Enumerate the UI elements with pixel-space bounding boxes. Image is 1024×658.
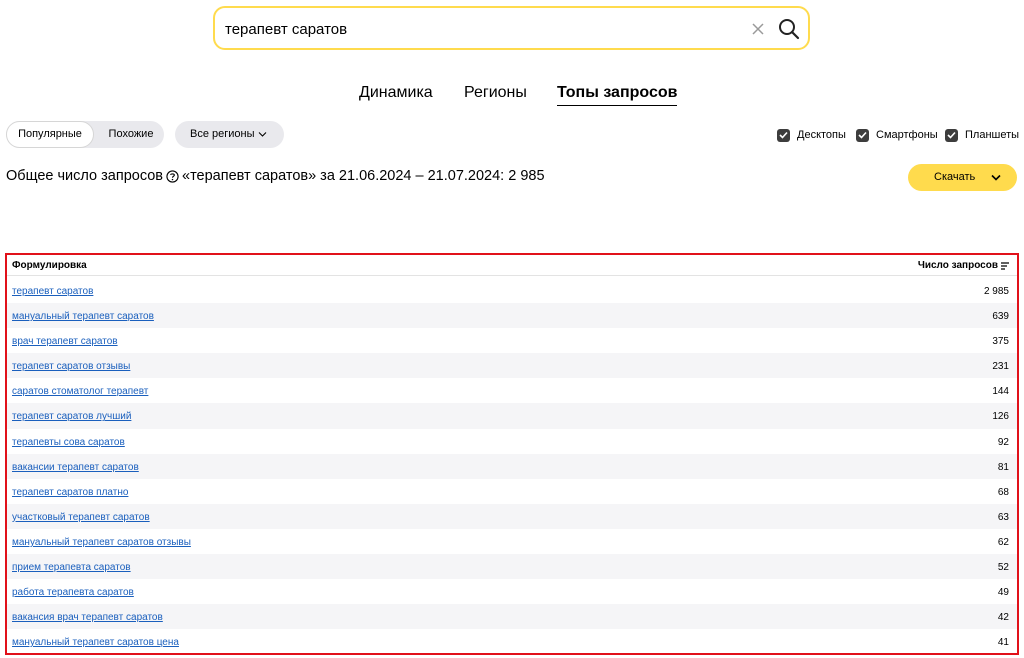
desktop-label: Десктопы xyxy=(797,129,846,141)
close-icon[interactable] xyxy=(749,20,767,38)
query-link[interactable]: мануальный терапевт саратов xyxy=(12,311,154,322)
query-link[interactable]: саратов стоматолог терапевт xyxy=(12,386,148,397)
summary-suffix: «терапевт саратов» за 21.06.2024 – 21.07… xyxy=(182,168,545,184)
tablet-label: Планшеты xyxy=(965,129,1020,141)
table-row: врач терапевт саратов 375 xyxy=(7,328,1017,353)
checkbox-checked-icon xyxy=(856,128,869,142)
regions-dropdown[interactable]: Все регионы xyxy=(175,121,284,148)
table-row: мануальный терапевт саратов отзывы 62 xyxy=(7,529,1017,554)
desktop-checkbox[interactable]: Десктопы xyxy=(777,128,846,142)
column-header-count[interactable]: Число запросов xyxy=(918,260,1009,271)
tab-bar: Динамика Регионы Топы запросов xyxy=(0,84,1024,108)
table-row: саратов стоматолог терапевт 144 xyxy=(7,378,1017,403)
chevron-down-icon xyxy=(258,132,267,137)
checkbox-checked-icon xyxy=(945,128,958,142)
query-count: 52 xyxy=(997,562,1009,574)
smartphone-label: Смартфоны xyxy=(876,129,938,141)
table-row: мануальный терапевт саратов 639 xyxy=(7,303,1017,329)
column-header-query: Формулировка xyxy=(12,260,87,271)
smartphone-checkbox[interactable]: Смартфоны xyxy=(856,128,938,142)
table-row: терапевт саратов 2 985 xyxy=(7,278,1017,303)
query-count: 42 xyxy=(997,612,1009,624)
popular-button[interactable]: Популярные xyxy=(6,121,94,148)
query-count: 126 xyxy=(992,411,1009,423)
query-link[interactable]: терапевт саратов отзывы xyxy=(12,361,130,372)
query-link[interactable]: вакансия врач терапевт саратов xyxy=(12,612,163,623)
query-count: 49 xyxy=(997,587,1009,599)
query-link[interactable]: мануальный терапевт саратов цена xyxy=(12,637,179,648)
search-bar xyxy=(213,6,810,50)
tab-top-queries[interactable]: Топы запросов xyxy=(557,84,678,106)
query-count: 2 985 xyxy=(983,286,1009,297)
query-link[interactable]: врач терапевт саратов xyxy=(12,336,118,347)
query-count: 63 xyxy=(997,511,1009,523)
total-summary: Общее число запросов «терапевт саратов» … xyxy=(6,168,545,184)
query-count: 375 xyxy=(992,336,1009,348)
chevron-down-icon xyxy=(991,174,1001,181)
download-label: Скачать xyxy=(934,171,976,183)
table-row: терапевт саратов платно 68 xyxy=(7,479,1017,504)
search-input[interactable] xyxy=(225,18,725,40)
summary-prefix: Общее число запросов xyxy=(6,168,164,184)
table-row: мануальный терапевт саратов цена 41 xyxy=(7,629,1017,654)
query-link[interactable]: мануальный терапевт саратов отзывы xyxy=(12,537,191,548)
query-link[interactable]: прием терапевта саратов xyxy=(12,562,131,573)
query-count: 639 xyxy=(992,311,1009,323)
table-row: терапевты сова саратов 92 xyxy=(7,429,1017,454)
query-count: 41 xyxy=(997,637,1009,649)
query-count: 144 xyxy=(992,386,1009,398)
tab-dynamics[interactable]: Динамика xyxy=(359,84,433,102)
mode-toggle: Популярные Похожие xyxy=(6,121,164,148)
query-count: 92 xyxy=(997,436,1009,448)
page: Динамика Регионы Топы запросов Популярны… xyxy=(0,0,1024,658)
query-link[interactable]: терапевт саратов платно xyxy=(12,487,128,498)
table-row: работа терапевта саратов 49 xyxy=(7,579,1017,604)
table-row: терапевт саратов лучший 126 xyxy=(7,403,1017,429)
checkbox-checked-icon xyxy=(777,128,790,142)
tab-regions[interactable]: Регионы xyxy=(464,84,527,102)
help-icon[interactable] xyxy=(166,169,179,183)
top-queries-table: Формулировка Число запросов терапевт сар… xyxy=(5,253,1019,655)
regions-label: Все регионы xyxy=(190,128,255,140)
table-row: прием терапевта саратов 52 xyxy=(7,554,1017,580)
tablet-checkbox[interactable]: Планшеты xyxy=(945,128,1019,142)
search-icon[interactable] xyxy=(778,18,800,40)
download-button[interactable]: Скачать xyxy=(908,164,1017,191)
table-row: вакансии терапевт саратов 81 xyxy=(7,453,1017,479)
query-count: 62 xyxy=(997,536,1009,548)
table-row: вакансия врач терапевт саратов 42 xyxy=(7,604,1017,630)
column-header-count-label: Число запросов xyxy=(917,260,998,271)
query-count: 68 xyxy=(997,486,1009,498)
table-header: Формулировка Число запросов xyxy=(7,255,1017,276)
query-link[interactable]: терапевты сова саратов xyxy=(12,437,125,448)
table-body: терапевт саратов 2 985 мануальный терапев… xyxy=(7,278,1017,654)
table-row: участковый терапевт саратов 63 xyxy=(7,503,1017,529)
query-link[interactable]: вакансии терапевт саратов xyxy=(12,462,139,473)
query-link[interactable]: участковый терапевт саратов xyxy=(12,512,150,523)
query-count: 81 xyxy=(997,461,1009,473)
similar-button[interactable]: Похожие xyxy=(98,121,164,148)
query-count: 231 xyxy=(992,361,1009,373)
query-link[interactable]: терапевт саратов xyxy=(12,286,93,297)
table-row: терапевт саратов отзывы 231 xyxy=(7,353,1017,379)
sort-icon[interactable] xyxy=(1001,261,1009,270)
query-link[interactable]: терапевт саратов лучший xyxy=(12,411,131,422)
query-link[interactable]: работа терапевта саратов xyxy=(12,587,134,598)
